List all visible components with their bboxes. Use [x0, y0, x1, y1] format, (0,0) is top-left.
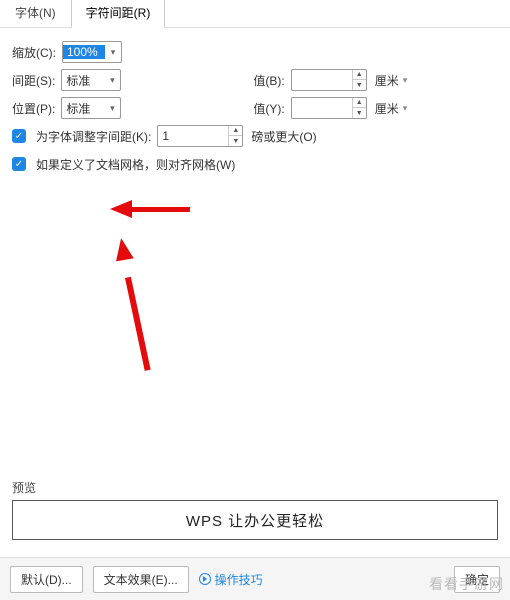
text-effect-button[interactable]: 文本效果(E)...: [93, 566, 189, 593]
position-row: 位置(P): 标准 ▾ 值(Y): ▲▼ 厘米 ▾: [12, 94, 498, 122]
position-label: 位置(P):: [12, 100, 55, 117]
kerning-checkbox[interactable]: ✓: [12, 129, 26, 143]
spinner-up-icon[interactable]: ▲: [353, 98, 366, 108]
tab-font[interactable]: 字体(N): [0, 0, 71, 27]
tips-link[interactable]: 操作技巧: [199, 571, 263, 588]
chevron-down-icon[interactable]: ▾: [403, 75, 408, 86]
spinner-up-icon[interactable]: ▲: [353, 70, 366, 80]
zoom-row: 缩放(C): 100% ▾: [12, 38, 498, 66]
spacing-row: 间距(S): 标准 ▾ 值(B): ▲▼ 厘米 ▾: [12, 66, 498, 94]
tabs-bar: 字体(N) 字符间距(R): [0, 0, 510, 28]
tab-char-spacing[interactable]: 字符间距(R): [71, 0, 166, 28]
spacing-val-label: 值(B):: [253, 72, 284, 89]
kerning-value: 1: [158, 129, 228, 143]
preview-box: WPS 让办公更轻松: [12, 500, 498, 540]
preview-label: 预览: [12, 479, 498, 496]
kerning-unit: 磅或更大(O): [251, 128, 316, 145]
play-icon: [199, 573, 211, 585]
spinner-down-icon[interactable]: ▼: [353, 80, 366, 90]
position-val-label: 值(Y):: [253, 100, 284, 117]
kerning-row: ✓ 为字体调整字间距(K): 1 ▲▼ 磅或更大(O): [12, 122, 498, 150]
zoom-combo[interactable]: 100% ▾: [62, 41, 122, 63]
preview-text: WPS 让办公更轻松: [186, 510, 324, 531]
position-val-input[interactable]: ▲▼: [291, 97, 367, 119]
snap-row: ✓ 如果定义了文档网格，则对齐网格(W): [12, 150, 498, 178]
spinner-down-icon[interactable]: ▼: [353, 108, 366, 118]
kerning-input[interactable]: 1 ▲▼: [157, 125, 243, 147]
zoom-label: 缩放(C):: [12, 44, 56, 61]
snap-checkbox[interactable]: ✓: [12, 157, 26, 171]
spacing-val-input[interactable]: ▲▼: [291, 69, 367, 91]
chevron-down-icon[interactable]: ▾: [104, 75, 120, 86]
position-combo[interactable]: 标准 ▾: [61, 97, 121, 119]
snap-label: 如果定义了文档网格，则对齐网格(W): [36, 156, 235, 173]
spinner-up-icon[interactable]: ▲: [229, 126, 242, 136]
chevron-down-icon[interactable]: ▾: [403, 103, 408, 114]
zoom-value: 100%: [63, 45, 105, 59]
spacing-label: 间距(S):: [12, 72, 55, 89]
chevron-down-icon[interactable]: ▾: [105, 47, 121, 58]
footer: 默认(D)... 文本效果(E)... 操作技巧 确定: [0, 558, 510, 600]
spinner-down-icon[interactable]: ▼: [229, 136, 242, 146]
chevron-down-icon[interactable]: ▾: [104, 103, 120, 114]
default-button[interactable]: 默认(D)...: [10, 566, 83, 593]
form-area: 缩放(C): 100% ▾ 间距(S): 标准 ▾ 值(B): ▲▼ 厘米 ▾ …: [0, 28, 510, 188]
kerning-label: 为字体调整字间距(K):: [36, 128, 151, 145]
ok-button[interactable]: 确定: [454, 566, 500, 593]
position-unit: 厘米: [375, 100, 399, 117]
spacing-unit: 厘米: [375, 72, 399, 89]
spacing-value: 标准: [62, 72, 104, 89]
tips-label: 操作技巧: [215, 571, 263, 588]
preview-section: 预览 WPS 让办公更轻松: [12, 479, 498, 540]
position-value: 标准: [62, 100, 104, 117]
spacing-combo[interactable]: 标准 ▾: [61, 69, 121, 91]
